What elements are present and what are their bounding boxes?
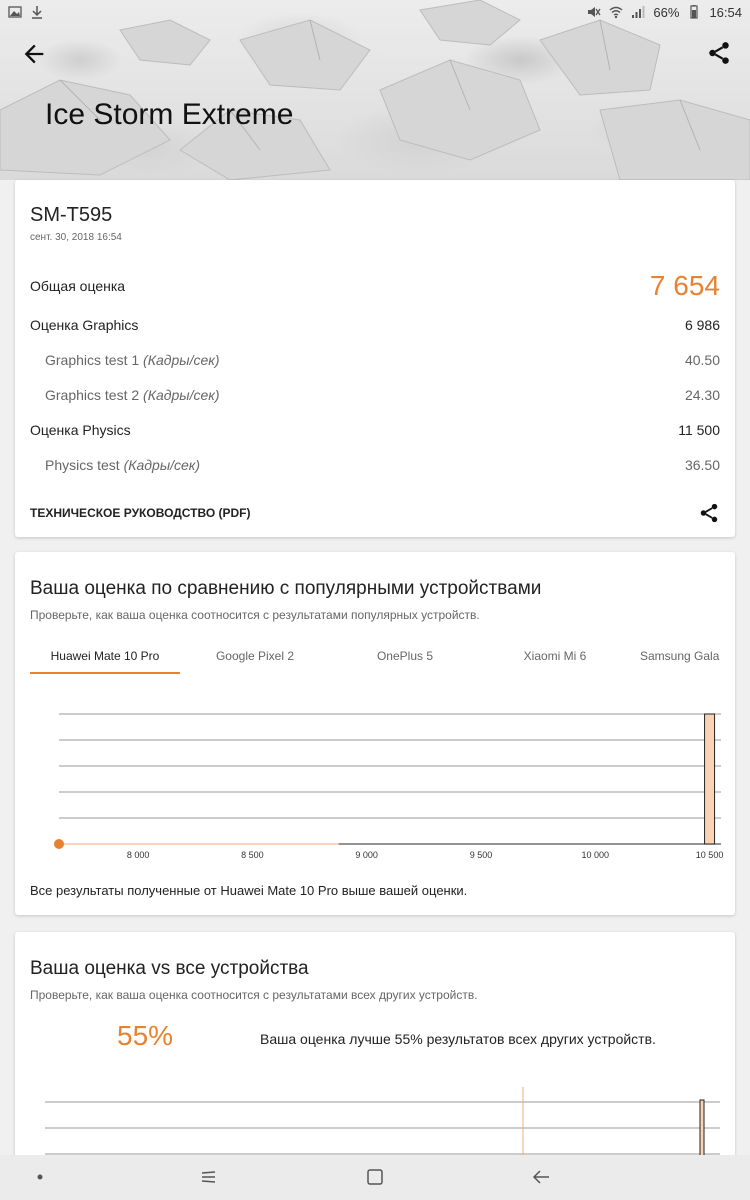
- compare-note: Все результаты полученные от Huawei Mate…: [30, 883, 468, 898]
- compare-title: Ваша оценка по сравнению с популярными у…: [30, 578, 542, 599]
- graphics-test1-value: 40.50: [684, 352, 720, 368]
- status-bar: 66% 16:54: [0, 0, 750, 24]
- your-score-marker: [54, 839, 64, 849]
- overall-score-row: Общая оценка 7 654: [30, 270, 720, 301]
- x-tick-label: 8 500: [241, 850, 264, 860]
- back-arrow-icon[interactable]: [20, 40, 48, 68]
- graphics-score-value: 6 986: [684, 317, 720, 333]
- graphics-test2-unit: (Кадры/сек): [143, 387, 220, 403]
- vs-all-subtitle: Проверьте, как ваша оценка соотносится с…: [30, 988, 478, 1002]
- chart-bar: [704, 713, 716, 845]
- result-date: сент. 30, 2018 16:54: [30, 232, 122, 243]
- physics-test-label: Physics test (Кадры/сек): [30, 457, 200, 473]
- tab-oneplus-5[interactable]: OnePlus 5: [330, 644, 480, 674]
- vs-all-title: Ваша оценка vs все устройства: [30, 958, 309, 979]
- navigation-bar: [0, 1155, 750, 1200]
- tab-huawei-mate-10-pro[interactable]: Huawei Mate 10 Pro: [30, 644, 180, 674]
- graphics-test1-unit: (Кадры/сек): [143, 352, 220, 368]
- physics-score-label: Оценка Physics: [30, 422, 131, 438]
- overall-score-value: 7 654: [649, 270, 720, 301]
- home-icon[interactable]: [365, 1167, 385, 1187]
- battery-percent: 66%: [653, 4, 680, 20]
- device-name: SM-T595: [30, 204, 113, 226]
- battery-icon: [690, 5, 699, 19]
- graphics-test2-row: Graphics test 2 (Кадры/сек) 24.30: [30, 383, 720, 407]
- graphics-score-row: Оценка Graphics 6 986: [30, 313, 720, 337]
- graphics-test2-label: Graphics test 2 (Кадры/сек): [30, 387, 220, 403]
- graphics-test1-name: Graphics test 1: [45, 352, 140, 368]
- x-tick-label: 9 500: [470, 850, 493, 860]
- comparison-chart: 8 000 8 500 9 000 9 500 10 000 10 500: [30, 702, 730, 862]
- active-tab-indicator: [30, 672, 180, 674]
- recent-apps-icon[interactable]: [199, 1167, 219, 1187]
- graphics-score-label: Оценка Graphics: [30, 317, 139, 333]
- technical-guide-link[interactable]: ТЕХНИЧЕСКОЕ РУКОВОДСТВО (PDF): [30, 502, 720, 524]
- result-card: SM-T595 сент. 30, 2018 16:54 Общая оценк…: [15, 180, 735, 537]
- percentile-text: Ваша оценка лучше 55% результатов всех д…: [260, 1031, 656, 1047]
- distribution-chart: [30, 1082, 730, 1162]
- physics-test-value: 36.50: [684, 457, 720, 473]
- x-tick-label: 8 000: [127, 850, 150, 860]
- image-notification-icon: [8, 6, 22, 18]
- overall-score-label: Общая оценка: [30, 278, 126, 294]
- graphics-test2-value: 24.30: [684, 387, 720, 403]
- physics-test-row: Physics test (Кадры/сек) 36.50: [30, 453, 720, 477]
- physics-score-row: Оценка Physics 11 500: [30, 418, 720, 442]
- wifi-icon: [609, 6, 623, 19]
- x-tick-label: 9 000: [355, 850, 378, 860]
- distribution-bar: [699, 1099, 705, 1162]
- hero-banner: Ice Storm Extreme: [0, 0, 750, 180]
- graphics-test1-row: Graphics test 1 (Кадры/сек) 40.50: [30, 348, 720, 372]
- graphics-test2-name: Graphics test 2: [45, 387, 140, 403]
- distribution-chart-svg: [45, 1087, 720, 1162]
- compare-subtitle: Проверьте, как ваша оценка соотносится с…: [30, 608, 480, 622]
- physics-test-unit: (Кадры/сек): [123, 457, 201, 473]
- x-tick-label: 10 500: [696, 850, 724, 860]
- dot-icon[interactable]: [30, 1167, 50, 1187]
- download-icon: [32, 6, 42, 19]
- tab-samsung-galaxy[interactable]: Samsung Gala: [640, 644, 735, 674]
- percentile-value: 55%: [117, 1020, 174, 1051]
- physics-test-name: Physics test: [45, 457, 120, 473]
- comparison-chart-svg: 8 000 8 500 9 000 9 500 10 000 10 500: [54, 713, 724, 860]
- clock: 16:54: [709, 4, 742, 20]
- share-icon[interactable]: [706, 40, 732, 66]
- signal-icon: [632, 6, 645, 18]
- mute-icon: [588, 7, 601, 17]
- tab-xiaomi-mi-6[interactable]: Xiaomi Mi 6: [480, 644, 630, 674]
- tab-google-pixel-2[interactable]: Google Pixel 2: [180, 644, 330, 674]
- technical-guide-label[interactable]: ТЕХНИЧЕСКОЕ РУКОВОДСТВО (PDF): [30, 506, 251, 520]
- x-tick-label: 10 000: [582, 850, 610, 860]
- share-icon[interactable]: [698, 502, 720, 524]
- graphics-test1-label: Graphics test 1 (Кадры/сек): [30, 352, 220, 368]
- physics-score-value: 11 500: [678, 422, 720, 438]
- back-nav-icon[interactable]: [531, 1167, 551, 1187]
- popular-devices-card: Ваша оценка по сравнению с популярными у…: [15, 552, 735, 915]
- rocks-image: [0, 0, 750, 180]
- page-title: Ice Storm Extreme: [45, 98, 294, 131]
